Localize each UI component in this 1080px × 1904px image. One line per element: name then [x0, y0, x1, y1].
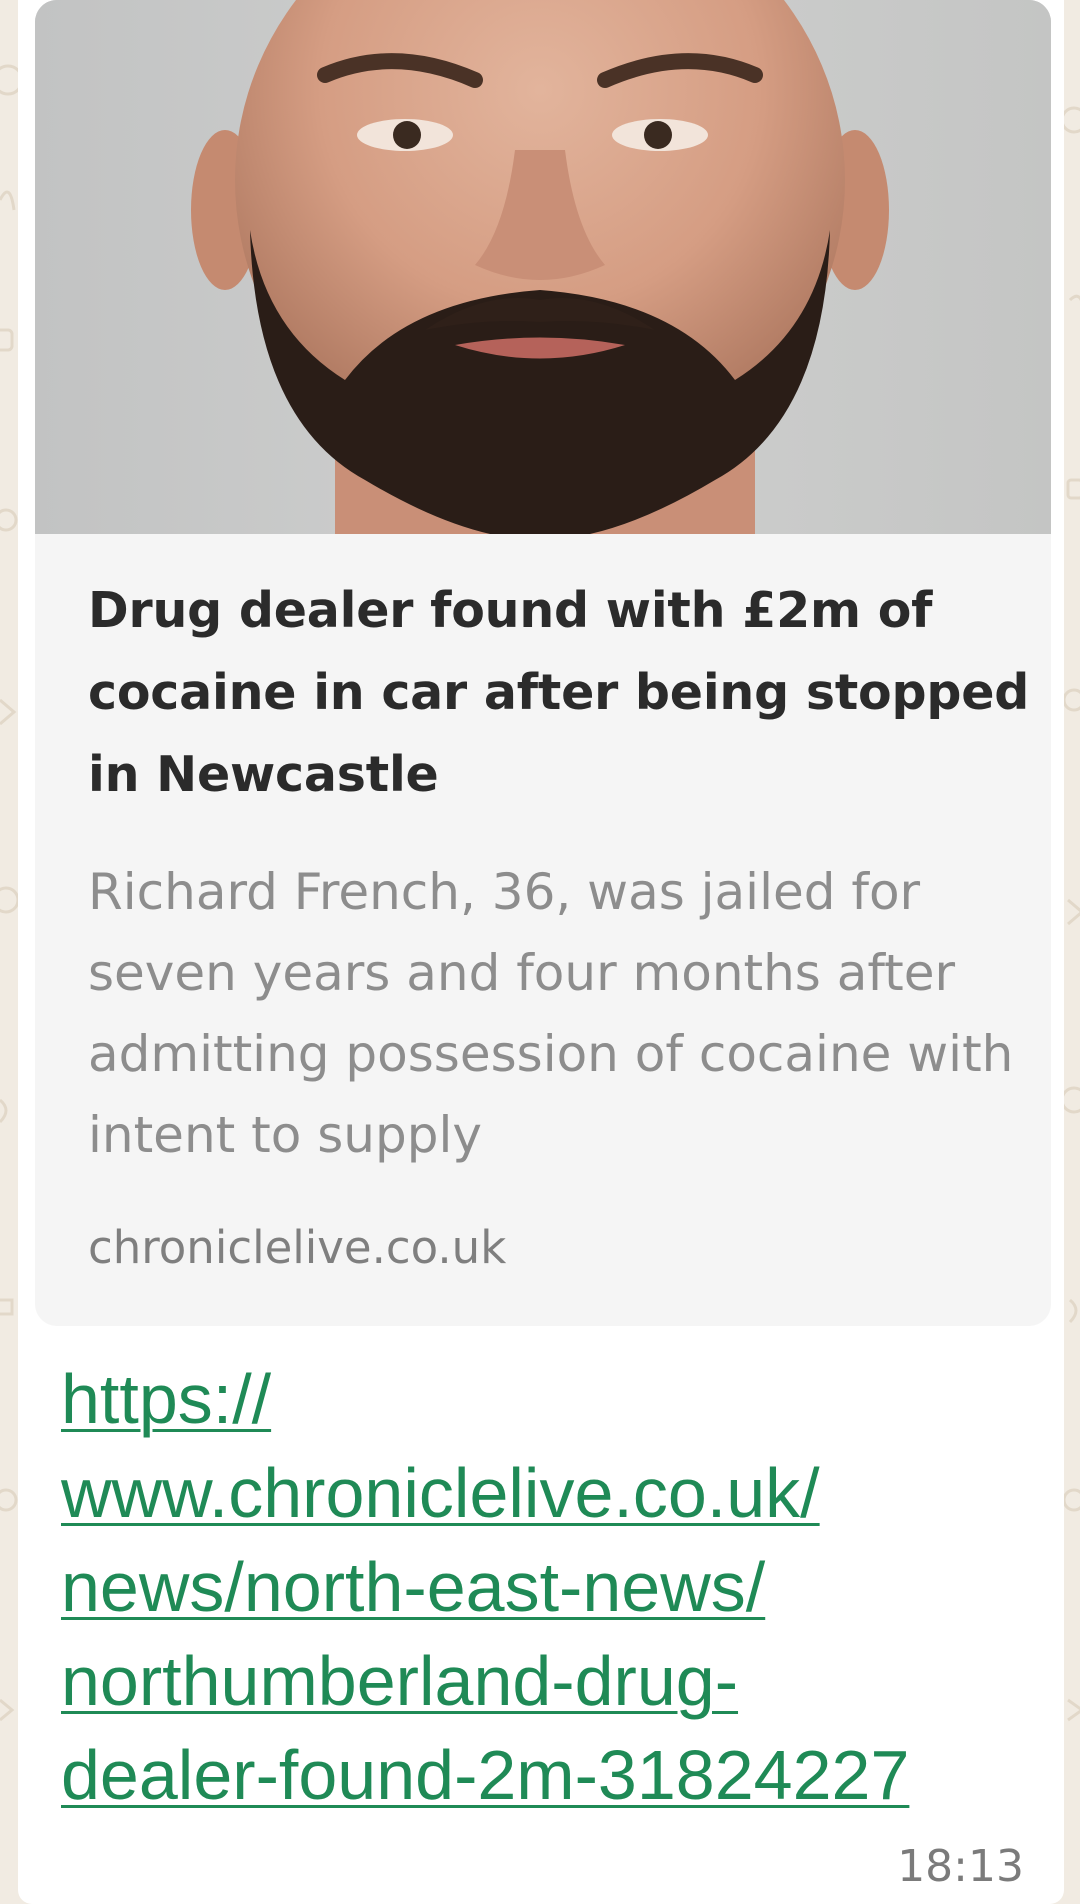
url-line[interactable]: northumberland-drug- [61, 1634, 1041, 1728]
link-preview-title[interactable]: Drug dealer found with £2m of cocaine in… [88, 570, 1038, 816]
link-preview-image[interactable] [35, 0, 1051, 534]
message-url-link[interactable]: https:// www.chroniclelive.co.uk/ news/n… [61, 1352, 1041, 1822]
message-timestamp: 18:13 [897, 1841, 1024, 1892]
mugshot-photo [35, 0, 1051, 534]
link-preview-domain: chroniclelive.co.uk [88, 1221, 507, 1274]
link-preview-description: Richard French, 36, was jailed for seven… [88, 863, 1014, 1164]
url-line[interactable]: www.chroniclelive.co.uk/ [61, 1446, 1041, 1540]
url-line[interactable]: https:// [61, 1352, 1041, 1446]
link-preview-card[interactable]: Drug dealer found with £2m of cocaine in… [35, 0, 1051, 1326]
url-line[interactable]: news/north-east-news/ [61, 1540, 1041, 1634]
message-bubble[interactable]: Drug dealer found with £2m of cocaine in… [18, 0, 1064, 1904]
url-line[interactable]: dealer-found-2m-31824227 [61, 1728, 1041, 1822]
